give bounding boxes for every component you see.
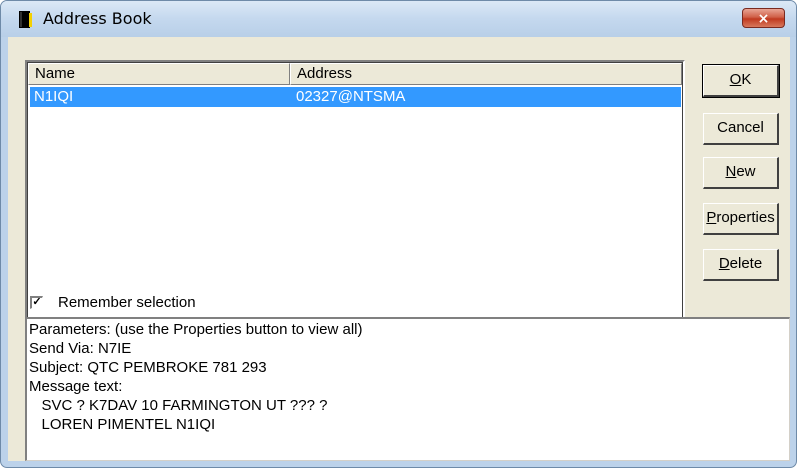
address-list[interactable]: Name Address N1IQI 02327@NTSMA [25,60,685,323]
row-name: N1IQI [34,88,74,105]
properties-button[interactable]: Properties [703,203,779,235]
title-bar[interactable]: Address Book × [1,1,796,37]
cancel-button[interactable]: Cancel [703,113,779,145]
list-row[interactable]: N1IQI 02327@NTSMA [30,87,681,107]
column-header-name[interactable]: Name [28,63,290,85]
close-icon: × [757,11,770,27]
address-book-window: Address Book × Name Address N1IQI 02327@… [0,0,797,468]
details-panel: Parameters: (use the Properties button t… [25,317,790,461]
list-header: Name Address [28,63,682,85]
properties-label: Properties [706,209,775,226]
remember-selection-checkbox[interactable]: ✓ [30,296,43,309]
remember-selection-label: Remember selection [58,294,196,311]
checkmark-icon: ✓ [32,296,42,308]
details-line: Parameters: (use the Properties button t… [29,321,363,338]
new-button[interactable]: New [703,157,779,189]
details-line: Send Via: N7IE [29,340,132,357]
ok-label: OK [729,71,752,88]
details-line: SVC ? K7DAV 10 FARMINGTON UT ??? ? [29,397,328,414]
window-title: Address Book [43,9,152,28]
new-label: New [725,163,756,180]
column-header-address[interactable]: Address [290,63,682,85]
delete-label: Delete [718,255,763,272]
dialog-client: Name Address N1IQI 02327@NTSMA OK Cancel… [8,37,790,461]
close-button[interactable]: × [742,8,785,28]
cancel-label: Cancel [717,119,764,136]
address-book-icon [19,11,32,28]
row-address: 02327@NTSMA [296,88,406,105]
details-line: Subject: QTC PEMBROKE 781 293 [29,359,267,376]
details-line: Message text: [29,378,123,395]
ok-button[interactable]: OK [702,64,780,98]
delete-button[interactable]: Delete [703,249,779,281]
details-line: LOREN PIMENTEL N1IQI [29,416,216,433]
